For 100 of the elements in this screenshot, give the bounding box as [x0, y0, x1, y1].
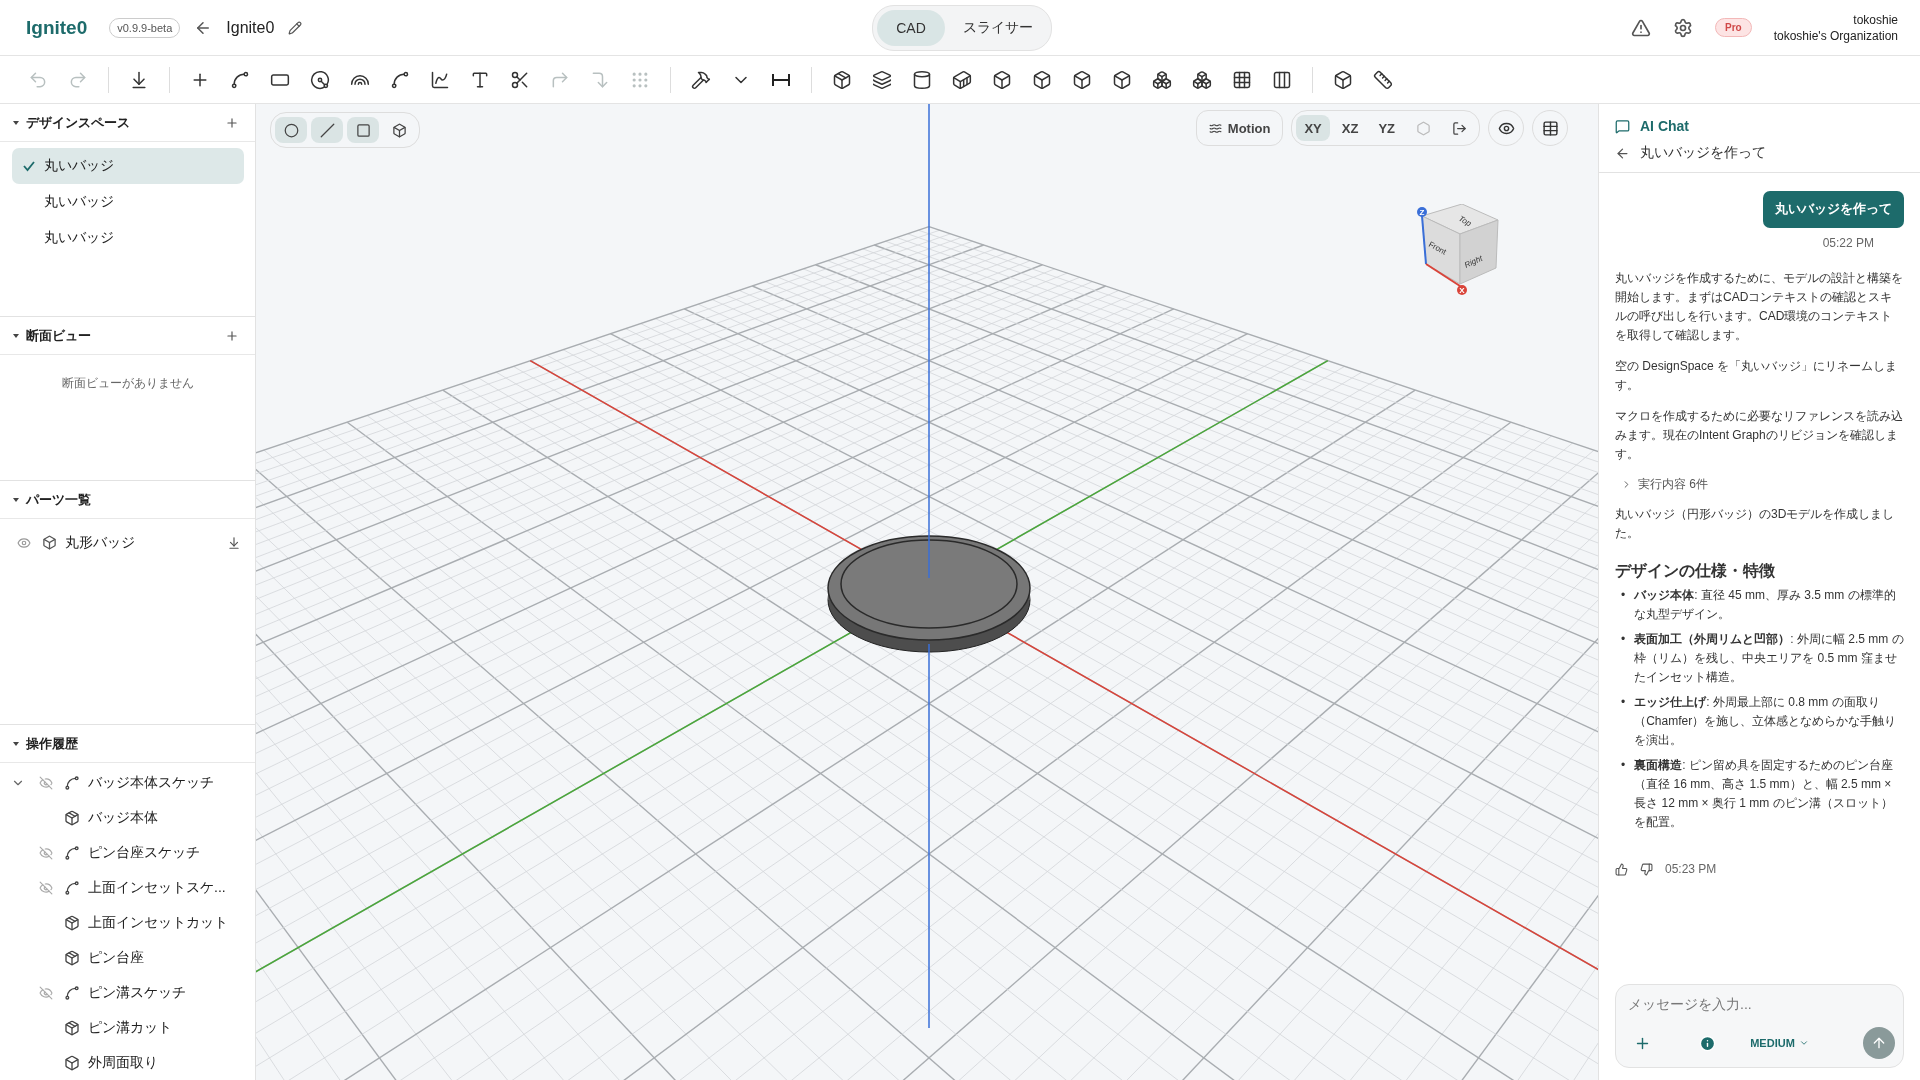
box-icon [1032, 69, 1052, 90]
motion-button[interactable]: Motion [1195, 110, 1284, 146]
package-icon [64, 914, 80, 931]
plane-button[interactable]: XY [1296, 115, 1330, 141]
view-cube-drawing[interactable] [1421, 204, 1499, 287]
history-item[interactable]: ピン台座スケッチ [88, 843, 200, 862]
columns-icon [1272, 69, 1292, 90]
download-icon [129, 69, 149, 90]
cube-face-label: Right [1463, 253, 1484, 270]
empty-message: 断面ビューがありません [60, 375, 195, 392]
package-icon [832, 69, 852, 90]
wave-icon [1208, 121, 1222, 135]
history-item[interactable]: 外周面取り [88, 1053, 158, 1072]
thread-title: 丸いバッジを作って [1640, 144, 1766, 162]
mode-tab[interactable]: スライサー [949, 9, 1047, 46]
boxes-icon [1152, 69, 1172, 90]
circle-icon [310, 69, 330, 90]
history-item[interactable]: ピン溝カット [88, 1018, 172, 1037]
download-icon [227, 535, 241, 550]
part-name[interactable]: 丸形バッジ [65, 533, 219, 552]
dot-icon [283, 122, 299, 138]
back-button[interactable] [1615, 145, 1630, 161]
message-time: 05:23 PM [1665, 861, 1717, 878]
history-item[interactable]: ピン溝スケッチ [88, 983, 186, 1002]
spline-icon [430, 69, 450, 90]
chevron-down-icon [1798, 1038, 1809, 1048]
settings-button[interactable] [1672, 17, 1693, 38]
plane-button[interactable]: XZ [1333, 115, 1367, 141]
box-icon [64, 1054, 80, 1071]
history-item[interactable]: バッジ本体スケッチ [88, 773, 214, 792]
thumbs-up-button[interactable] [1615, 863, 1628, 876]
history-item[interactable]: 上面インセットスケ... [88, 878, 226, 897]
section-title: 操作履歴 [26, 734, 79, 753]
design-space-item[interactable]: 丸いバッジ [12, 220, 244, 256]
eye-off-icon [39, 880, 53, 895]
rename-button[interactable] [288, 20, 303, 35]
list-item: 裏面構造: ピン留め具を固定するためのピン台座（直径 16 mm、高さ 1.5 mm）と、幅 2.5 mm × 長さ 12 mm × 奥行 1 mm のピン溝（スロット）を配置。 [1634, 757, 1894, 831]
history-item[interactable]: バッジ本体 [88, 808, 158, 827]
axis-label: Z [1417, 207, 1427, 217]
download-button[interactable] [227, 535, 241, 550]
eye-off-icon [39, 845, 53, 860]
caret-icon[interactable] [12, 495, 20, 504]
bullet: • [1621, 631, 1626, 648]
add-button[interactable] [225, 115, 239, 130]
hexagon-icon [1415, 120, 1431, 136]
spline-icon [64, 774, 80, 791]
plus-icon [225, 115, 239, 130]
check-icon [22, 159, 36, 173]
message-input[interactable]: メッセージを入力... [1626, 995, 1895, 1013]
caret-icon[interactable] [12, 739, 20, 748]
reply-paragraph: 丸いバッジ（円形バッジ）の3Dモデルを作成しました。 [1615, 506, 1896, 542]
settings-icon [1672, 17, 1693, 38]
box-icon [1112, 69, 1132, 90]
add-button[interactable] [225, 328, 239, 343]
mode-tab[interactable]: CAD [877, 9, 945, 46]
thumbs-up-icon [1615, 863, 1628, 876]
hammer-icon [691, 69, 711, 90]
app-logo[interactable]: Ignite0 [26, 16, 88, 39]
spline-icon [64, 844, 80, 861]
plane-button[interactable]: YZ [1370, 115, 1403, 141]
bullet: • [1621, 587, 1626, 604]
effort-dropdown[interactable]: MEDIUM [1744, 1036, 1815, 1050]
eye-off-icon [39, 775, 53, 790]
box-icon [1333, 69, 1353, 90]
user-message: 丸いバッジを作って [1763, 191, 1904, 228]
list-item: エッジ仕上げ: 外周最上部に 0.8 mm の面取り（Chamfer）を施し、立体感となめらかな手触りを演出。 [1634, 694, 1898, 749]
thumbs-down-button[interactable] [1640, 863, 1653, 876]
eye-off-icon [39, 985, 53, 1000]
section-title: パーツ一覧 [26, 490, 92, 509]
bullet: • [1621, 757, 1626, 774]
design-space-item[interactable]: 丸いバッジ [12, 148, 244, 184]
polyline-icon [230, 69, 250, 90]
scissors-icon [510, 69, 530, 90]
boxes-icon [1192, 69, 1212, 90]
spline-icon [64, 879, 80, 896]
history-item[interactable]: 上面インセットカット [88, 913, 228, 932]
list-item: バッジ本体: 直径 45 mm、厚み 3.5 mm の標準的な丸型デザイン。 [1634, 587, 1897, 623]
grid-icon [1541, 119, 1559, 137]
square-mode-button[interactable] [347, 117, 379, 143]
box-icon [992, 69, 1012, 90]
caret-icon[interactable] [12, 118, 20, 127]
history-item[interactable]: ピン台座 [88, 948, 144, 967]
list-item: 表面加工（外周リムと凹部）: 外周に幅 2.5 mm の枠（リム）を残し、中央エリアを 0.5 mm 窪ませたインセット構造。 [1634, 631, 1904, 686]
warning-button[interactable] [1630, 17, 1651, 38]
dot-mode-button[interactable] [275, 117, 307, 143]
send-button[interactable] [1863, 1027, 1895, 1059]
caret-icon[interactable] [12, 331, 20, 340]
exit-icon [1451, 120, 1467, 136]
line-icon [319, 122, 335, 138]
package-icon [64, 1019, 80, 1036]
user-name: tokoshie [1853, 11, 1898, 28]
reply-paragraph: 空の DesignSpace を「丸いバッジ」にリネームします。 [1615, 358, 1899, 394]
steps-toggle[interactable]: 実行内容 6件 [1615, 476, 1904, 493]
arrow-up-icon [1871, 1035, 1887, 1051]
grid-toggle-button[interactable] [1532, 110, 1568, 146]
design-space-item[interactable]: 丸いバッジ [12, 184, 244, 220]
project-title: Ignite0 [226, 18, 275, 37]
chat-icon [1615, 118, 1630, 134]
eye-icon [17, 535, 31, 550]
visibility-button[interactable] [1488, 110, 1524, 146]
